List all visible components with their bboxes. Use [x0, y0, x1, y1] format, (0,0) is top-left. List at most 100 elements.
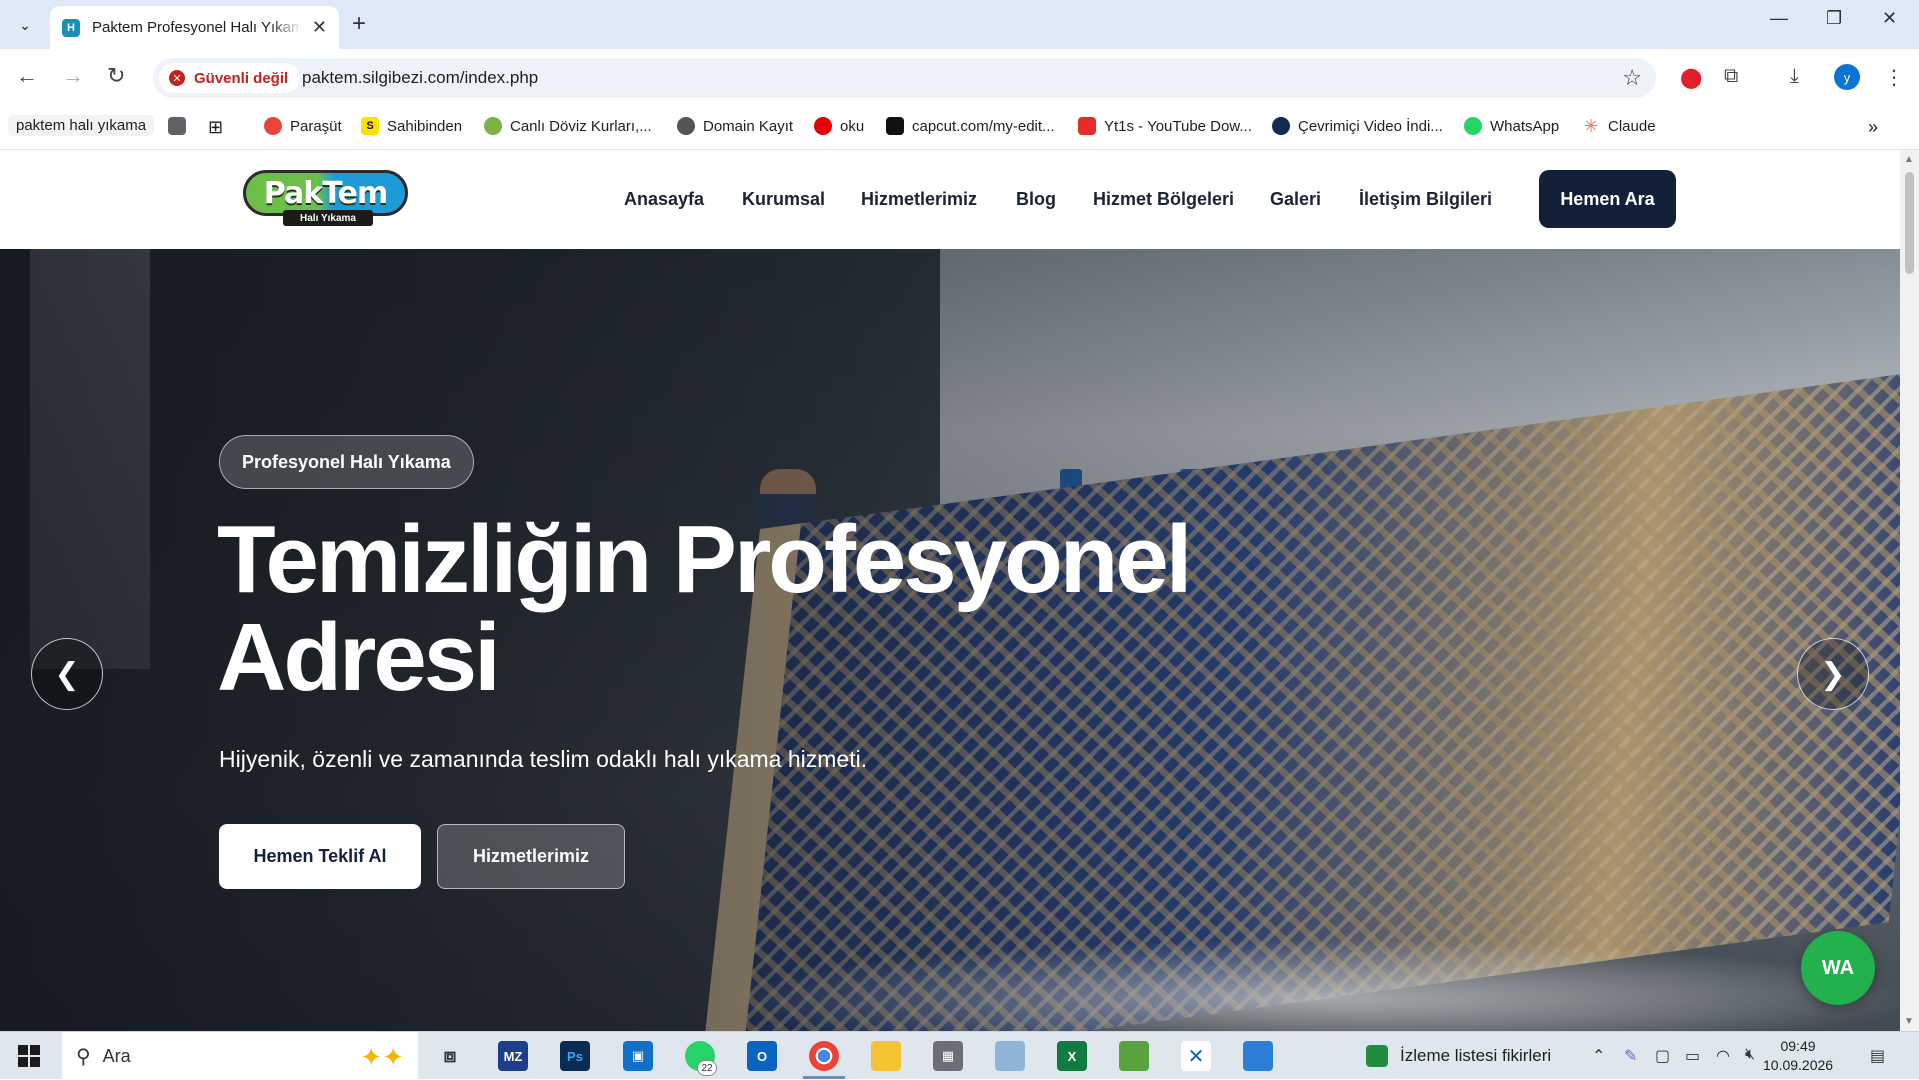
bookmark-video-indir[interactable]: Çevrimiçi Video İndi... [1272, 117, 1443, 135]
site-header: PakTem Halı Yıkama Anasayfa Kurumsal Hiz… [0, 150, 1900, 249]
bookmark-whatsapp[interactable]: WhatsApp [1464, 117, 1559, 135]
bookmark-parasut[interactable]: Paraşüt [264, 117, 342, 135]
chrome-icon[interactable] [803, 1041, 845, 1079]
calculator-icon[interactable]: ▦ [933, 1041, 963, 1071]
capcut-icon [886, 117, 904, 135]
whatsapp-icon [1464, 117, 1482, 135]
menu-kebab-icon[interactable]: ⋮ [1884, 65, 1904, 90]
back-icon[interactable]: ← [16, 63, 38, 89]
logo-text: PakTem [263, 175, 388, 211]
whatsapp-float-button[interactable]: WA [1801, 931, 1875, 1005]
parasut-icon [264, 117, 282, 135]
minimize-icon[interactable]: — [1770, 8, 1788, 29]
page-scrollbar[interactable]: ▲ ▼ [1900, 150, 1919, 1031]
news-widget[interactable]: İzleme listesi fikirleri [1366, 1045, 1551, 1067]
taskbar-search-placeholder: Ara [102, 1045, 131, 1066]
yt1s-icon [1078, 117, 1096, 135]
scroll-up-icon[interactable]: ▲ [1904, 154, 1914, 165]
meet-icon[interactable]: ▢ [1655, 1046, 1670, 1066]
bookmark-label: Canlı Döviz Kurları,... [510, 117, 652, 135]
photoshop-icon[interactable]: Ps [560, 1041, 590, 1071]
bookmark-label: Paraşüt [290, 117, 342, 135]
services-button[interactable]: Hizmetlerimiz [437, 824, 625, 889]
bookmark-yt1s[interactable]: Yt1s - YouTube Dow... [1078, 117, 1252, 135]
tray-chevron-icon[interactable]: ⌃ [1592, 1046, 1605, 1066]
volume-muted-icon[interactable]: 🔇︎ [1745, 1046, 1755, 1064]
bookmarks-bar: paktem halı yıkama ⊞ Paraşüt S Sahibinde… [0, 106, 1919, 150]
sahibinden-icon: S [361, 117, 379, 135]
bookmark-doviz[interactable]: Canlı Döviz Kurları,... [484, 117, 652, 135]
downloads-icon[interactable]: ⤓ [1790, 65, 1799, 88]
active-tab[interactable]: H Paktem Profesyonel Halı Yıkama ✕ [50, 6, 339, 49]
mz-app-icon[interactable]: MZ [498, 1041, 528, 1071]
nav-galeri[interactable]: Galeri [1270, 189, 1321, 210]
nav-kurumsal[interactable]: Kurumsal [742, 189, 825, 210]
file-explorer-icon[interactable] [871, 1041, 901, 1071]
profile-avatar[interactable]: y [1834, 64, 1860, 90]
bookmark-claude[interactable]: ✳ Claude [1582, 115, 1655, 136]
bookmark-capcut[interactable]: capcut.com/my-edit... [886, 117, 1055, 135]
tab-search-icon[interactable]: ⌄ [9, 11, 41, 39]
globe-icon [677, 117, 695, 135]
prev-slide-icon[interactable]: ❮ [31, 638, 103, 710]
bookmark-sahibinden[interactable]: S Sahibinden [361, 117, 462, 135]
more-bookmarks-icon[interactable]: » [1868, 117, 1878, 138]
image-app-icon[interactable] [1243, 1041, 1273, 1071]
news-label: İzleme listesi fikirleri [1400, 1046, 1552, 1065]
claude-icon: ✳ [1583, 115, 1599, 136]
new-tab-icon[interactable]: + [352, 10, 366, 38]
clock-date: 10.09.2026 [1763, 1057, 1834, 1073]
get-quote-button[interactable]: Hemen Teklif Al [219, 824, 421, 889]
bookmark-label: WhatsApp [1490, 117, 1560, 135]
bookmark-domain[interactable]: Domain Kayıt [677, 117, 793, 135]
call-now-button[interactable]: Hemen Ara [1539, 170, 1676, 228]
scroll-down-icon[interactable]: ▼ [1904, 1016, 1914, 1027]
reload-icon[interactable]: ↻ [107, 63, 125, 89]
task-view-icon[interactable]: ⧈ [435, 1041, 465, 1071]
scroll-thumb[interactable] [1905, 172, 1914, 274]
notifications-icon[interactable]: ▤ [1870, 1046, 1885, 1066]
nav-hizmetlerimiz[interactable]: Hizmetlerimiz [861, 189, 977, 210]
tools-app-icon[interactable]: ✕ [1181, 1041, 1211, 1071]
close-tab-icon[interactable]: ✕ [312, 17, 327, 38]
site-logo[interactable]: PakTem Halı Yıkama [243, 170, 408, 226]
nav-iletisim[interactable]: İletişim Bilgileri [1359, 189, 1492, 210]
system-clock[interactable]: 09:49 10.09.2026 [1763, 1037, 1833, 1075]
forward-icon[interactable]: → [62, 63, 84, 89]
store-icon[interactable]: ▣ [623, 1041, 653, 1071]
extensions-icon[interactable]: ⧉ [1724, 65, 1738, 88]
url-text[interactable]: paktem.silgibezi.com/index.php [302, 68, 538, 88]
bookmark-star-icon[interactable]: ☆ [1622, 65, 1642, 91]
app-icon[interactable] [995, 1041, 1025, 1071]
security-chip[interactable]: ✕ Güvenli değil [159, 63, 301, 93]
outlook-icon[interactable]: O [747, 1041, 777, 1071]
clock-time: 09:49 [1780, 1038, 1816, 1054]
bookmark-paktem[interactable]: paktem halı yıkama [8, 115, 155, 136]
taskbar-search[interactable]: ⚲ Ara ✦✦ [62, 1032, 418, 1080]
windows-start-icon[interactable] [18, 1045, 40, 1067]
search-highlight-icon: ✦✦ [360, 1042, 404, 1072]
next-slide-icon[interactable]: ❯ [1797, 638, 1869, 710]
restore-icon[interactable]: ❐ [1826, 8, 1842, 29]
whatsapp-unread-badge: 22 [697, 1060, 717, 1076]
battery-icon[interactable]: ▭ [1685, 1046, 1700, 1066]
pen-icon[interactable]: ✎ [1624, 1046, 1637, 1066]
excel-icon[interactable]: X [1057, 1041, 1087, 1071]
hero-title: Temizliğin Profesyonel Adresi [217, 506, 1192, 711]
nav-anasayfa[interactable]: Anasayfa [624, 189, 704, 210]
nav-blog[interactable]: Blog [1016, 189, 1056, 210]
window-close-icon[interactable]: ✕ [1882, 8, 1897, 29]
opera-extension-icon[interactable]: ⬤ [1680, 65, 1702, 90]
windows-taskbar: ⚲ Ara ✦✦ ⧈ MZ Ps ▣ 22 O ▦ X ✕ İzleme lis… [0, 1031, 1919, 1080]
bookmark-oku[interactable]: oku [814, 117, 864, 135]
tab-favicon-icon: H [62, 18, 80, 37]
address-bar[interactable]: ✕ Güvenli değil paktem.silgibezi.com/ind… [153, 58, 1656, 98]
bookmark-label: Sahibinden [387, 117, 463, 135]
spreadsheet-app-icon[interactable] [1119, 1041, 1149, 1071]
bookmark-label: oku [840, 117, 865, 135]
nav-hizmet-bolgeleri[interactable]: Hizmet Bölgeleri [1093, 189, 1234, 210]
wifi-icon[interactable]: ◠ [1716, 1046, 1730, 1066]
bookmark-folder-icon[interactable] [168, 117, 194, 135]
watchlist-icon [1366, 1045, 1388, 1067]
apps-grid-icon[interactable]: ⊞ [208, 117, 223, 138]
